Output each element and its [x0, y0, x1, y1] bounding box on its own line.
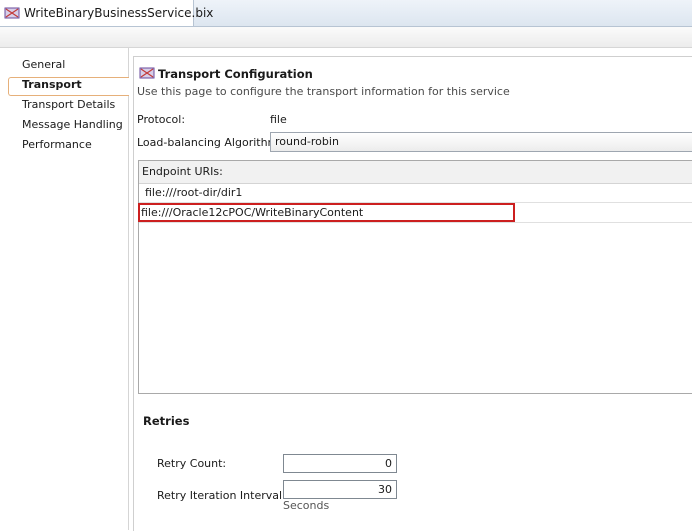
section-description: Use this page to configure the transport… [137, 85, 510, 98]
load-balancing-select[interactable]: round-robin [270, 132, 692, 152]
endpoint-uri-row[interactable]: file:///root-dir/dir1 [139, 183, 692, 203]
retry-interval-input[interactable]: 30 [283, 480, 397, 499]
business-service-icon [4, 7, 20, 19]
retry-count-input[interactable]: 0 [283, 454, 397, 473]
protocol-label: Protocol: [137, 113, 186, 126]
retry-interval-label: Retry Iteration Interval: [157, 489, 286, 502]
retry-interval-unit: Seconds [283, 499, 330, 512]
endpoint-uri-text: file:///root-dir/dir1 [145, 186, 243, 199]
toolbar-strip [0, 27, 692, 48]
highlight-annotation-box [138, 203, 515, 222]
nav-item-general[interactable]: General [22, 56, 65, 74]
retries-title: Retries [143, 414, 190, 428]
protocol-value: file [270, 113, 287, 126]
nav-item-message-handling[interactable]: Message Handling [22, 116, 123, 134]
endpoint-uris-label: Endpoint URIs: [142, 165, 223, 178]
load-balancing-label: Load-balancing Algorithm: [137, 136, 282, 149]
transport-config-icon [139, 67, 155, 79]
editor-tab-title: WriteBinaryBusinessService.bix [24, 6, 214, 20]
nav-item-performance[interactable]: Performance [22, 136, 92, 154]
editor-tab[interactable]: WriteBinaryBusinessService.bix [0, 0, 213, 26]
retry-count-label: Retry Count: [157, 457, 227, 470]
section-title: Transport Configuration [158, 67, 313, 81]
nav-item-transport-details[interactable]: Transport Details [22, 96, 115, 114]
nav-item-transport[interactable]: Transport [22, 76, 82, 94]
